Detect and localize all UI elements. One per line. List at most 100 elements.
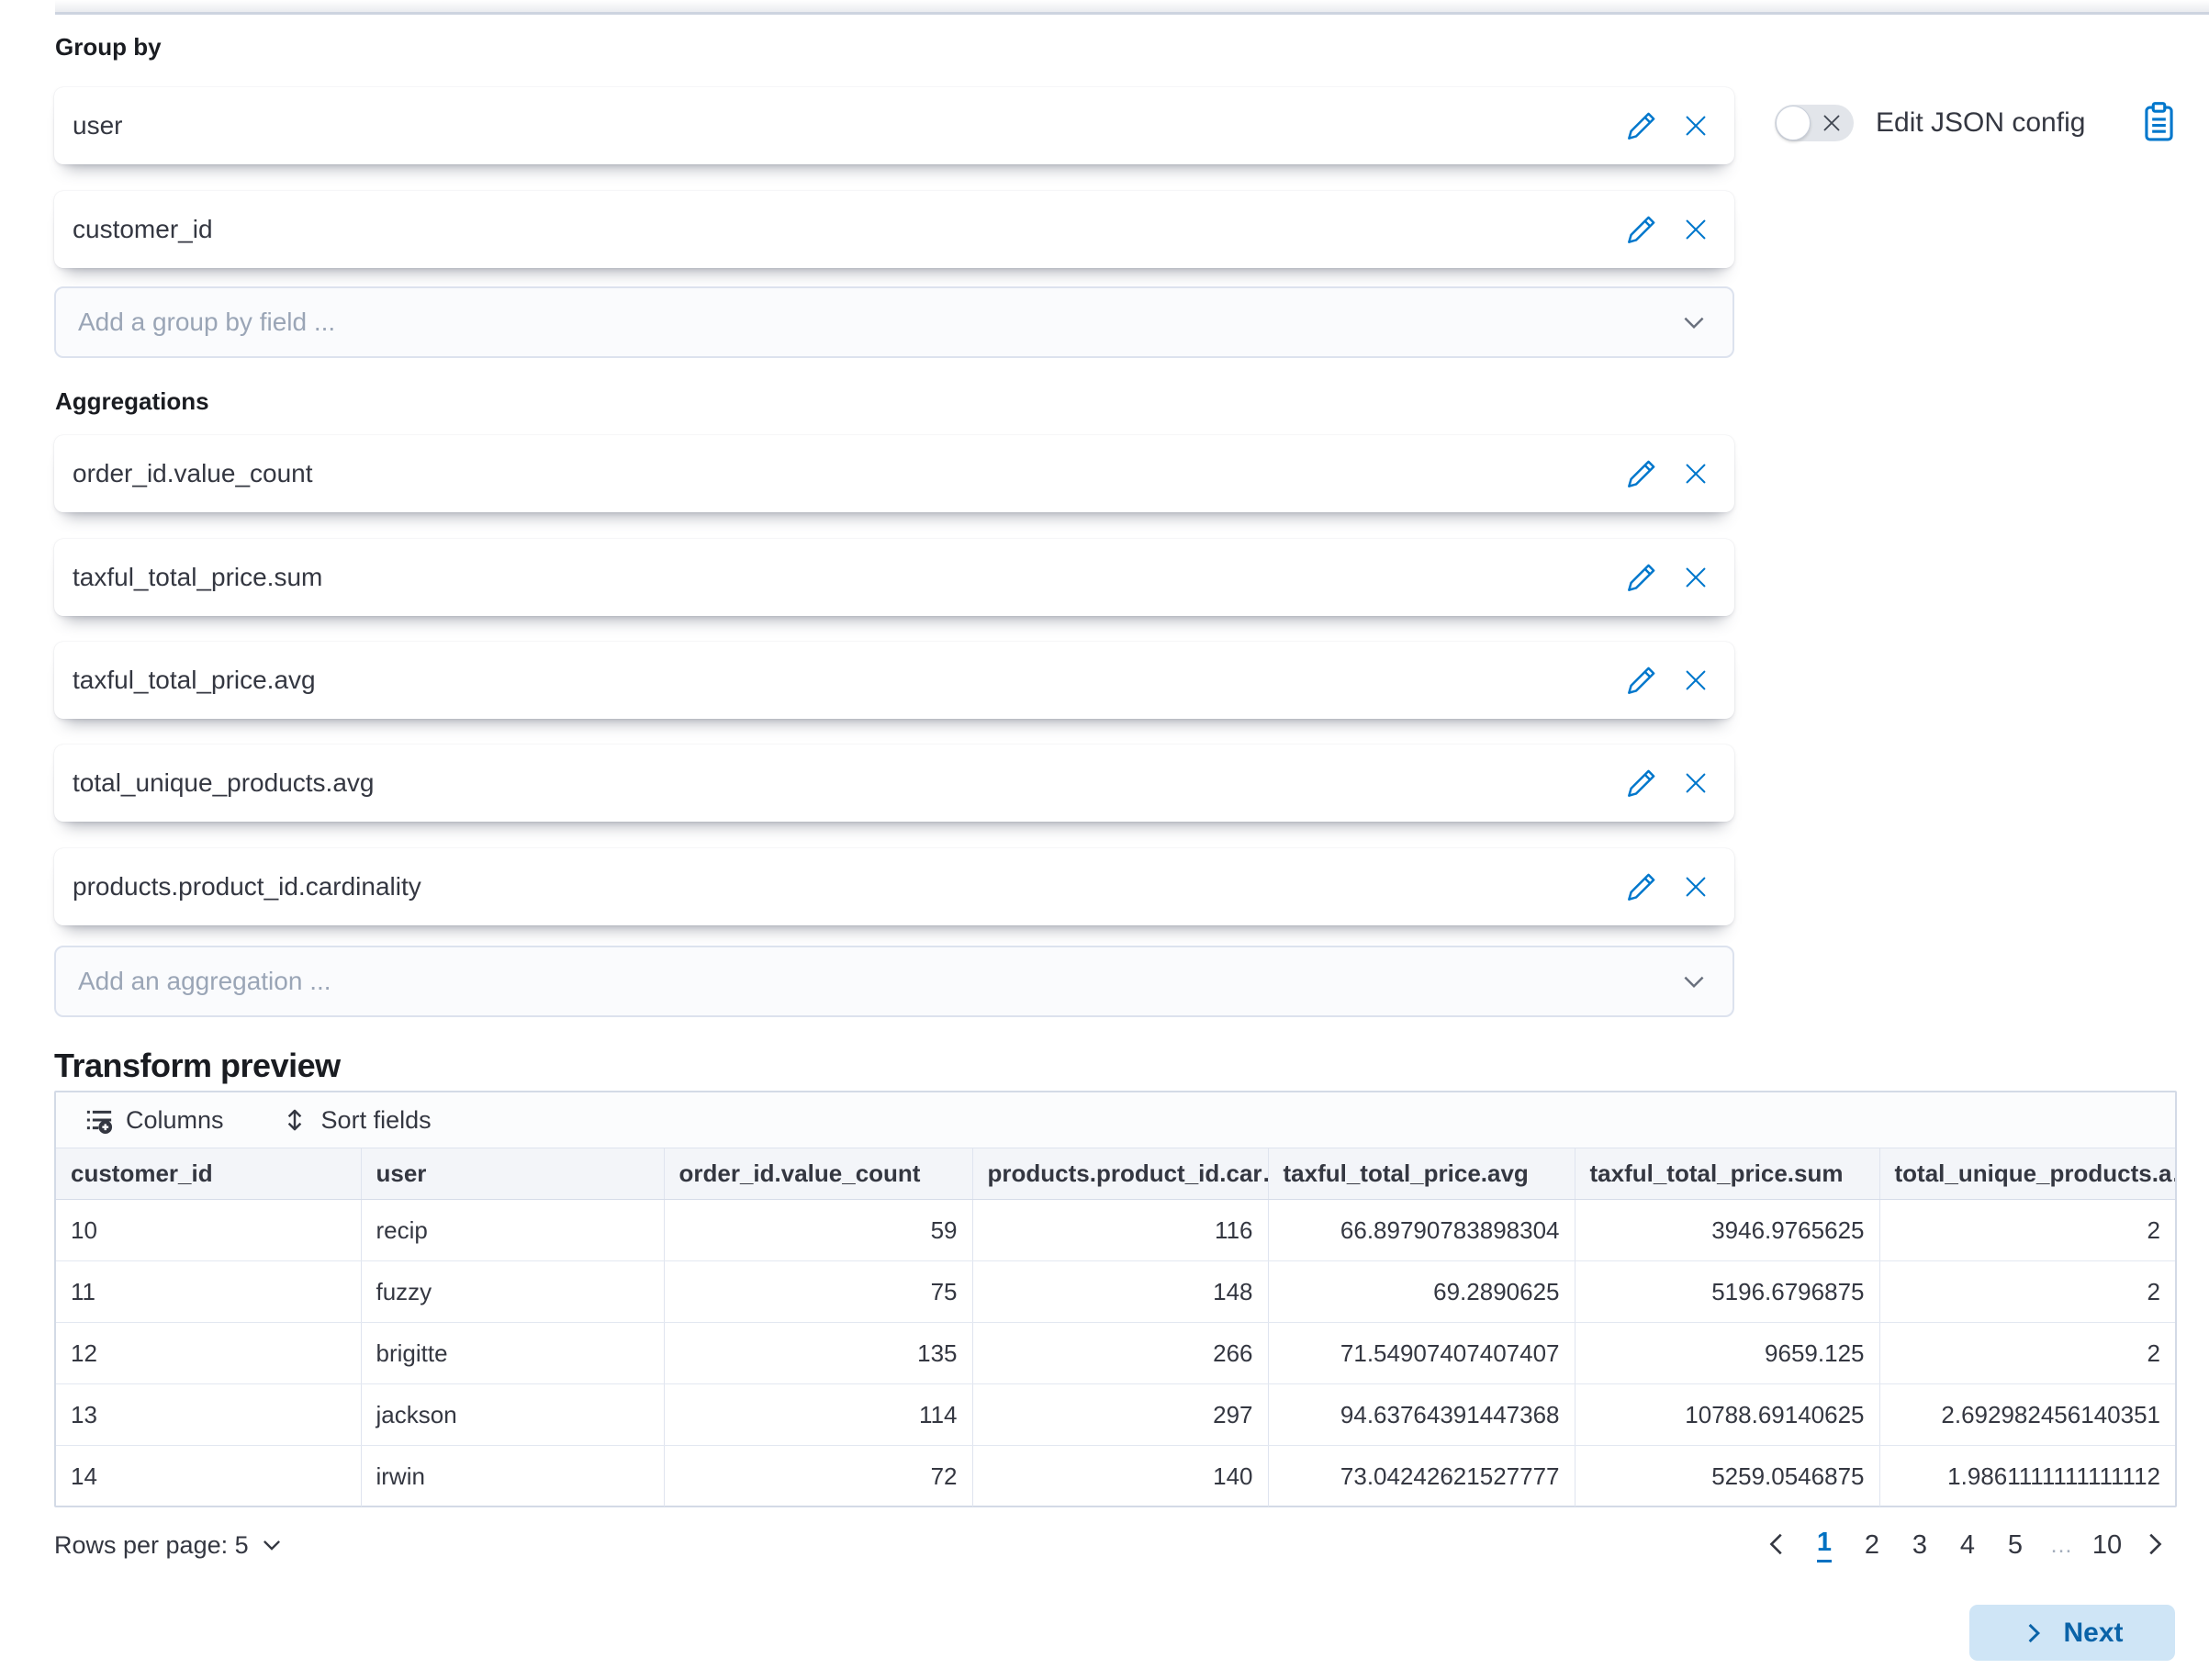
cell: 59 bbox=[664, 1200, 972, 1261]
cell: 94.63764391447368 bbox=[1268, 1384, 1575, 1446]
edit-json-config-control: Edit JSON config bbox=[1775, 103, 2174, 143]
cell: 5196.6796875 bbox=[1575, 1261, 1879, 1323]
cell: 11 bbox=[56, 1261, 361, 1323]
rows-per-page-button[interactable]: Rows per page: 5 bbox=[54, 1531, 284, 1560]
group-by-item-label: user bbox=[73, 111, 122, 140]
edit-pencil-button[interactable] bbox=[1624, 457, 1657, 490]
group-by-label: Group by bbox=[55, 33, 162, 62]
remove-button[interactable] bbox=[1679, 457, 1712, 490]
aggregation-item-label: total_unique_products.avg bbox=[73, 768, 374, 798]
edit-pencil-button[interactable] bbox=[1624, 664, 1657, 697]
column-header-products-product-id-cardinality[interactable]: products.product_id.car… bbox=[972, 1148, 1268, 1200]
cell: 10 bbox=[56, 1200, 361, 1261]
aggregation-item: taxful_total_price.sum bbox=[54, 539, 1734, 616]
cell: 114 bbox=[664, 1384, 972, 1446]
toggle-off-x-icon bbox=[1821, 112, 1843, 134]
cell: 9659.125 bbox=[1575, 1323, 1879, 1384]
cell: jackson bbox=[361, 1384, 664, 1446]
next-page-button[interactable] bbox=[2133, 1530, 2175, 1561]
cell: 72 bbox=[664, 1446, 972, 1507]
column-header-taxful-total-price-sum[interactable]: taxful_total_price.sum bbox=[1575, 1148, 1879, 1200]
cell: recip bbox=[361, 1200, 664, 1261]
cell: 135 bbox=[664, 1323, 972, 1384]
pagination: 1 2 3 4 5 … 10 bbox=[1756, 1523, 2175, 1567]
page-button-3[interactable]: 3 bbox=[1898, 1523, 1942, 1567]
cell: 13 bbox=[56, 1384, 361, 1446]
page-button-10[interactable]: 10 bbox=[2085, 1523, 2129, 1567]
edit-json-config-toggle[interactable] bbox=[1775, 105, 1854, 141]
table-row: 12 brigitte 135 266 71.54907407407407 96… bbox=[56, 1323, 2175, 1384]
cell: 12 bbox=[56, 1323, 361, 1384]
sort-fields-button[interactable]: Sort fields bbox=[281, 1106, 432, 1135]
copy-config-button[interactable] bbox=[2144, 101, 2174, 145]
page-button-2[interactable]: 2 bbox=[1850, 1523, 1894, 1567]
edit-pencil-button[interactable] bbox=[1624, 561, 1657, 594]
sort-fields-button-label: Sort fields bbox=[321, 1106, 432, 1135]
columns-button[interactable]: Columns bbox=[85, 1106, 224, 1135]
group-by-item-label: customer_id bbox=[73, 215, 213, 244]
cell: 14 bbox=[56, 1446, 361, 1507]
column-header-customer-id[interactable]: customer_id bbox=[56, 1148, 361, 1200]
column-header-user[interactable]: user bbox=[361, 1148, 664, 1200]
remove-button[interactable] bbox=[1679, 870, 1712, 903]
cell: 10788.69140625 bbox=[1575, 1384, 1879, 1446]
column-header-order-id-value-count[interactable]: order_id.value_count bbox=[664, 1148, 972, 1200]
aggregation-item-label: taxful_total_price.sum bbox=[73, 563, 322, 592]
edit-pencil-button[interactable] bbox=[1624, 767, 1657, 800]
remove-button[interactable] bbox=[1679, 767, 1712, 800]
edit-pencil-button[interactable] bbox=[1624, 213, 1657, 246]
close-icon bbox=[1682, 112, 1710, 140]
cell: 2.692982456140351 bbox=[1879, 1384, 2175, 1446]
previous-page-button[interactable] bbox=[1756, 1530, 1799, 1561]
cell: 75 bbox=[664, 1261, 972, 1323]
cell: 66.89790783898304 bbox=[1268, 1200, 1575, 1261]
pencil-icon bbox=[1626, 768, 1656, 799]
remove-button[interactable] bbox=[1679, 664, 1712, 697]
table-row: 14 irwin 72 140 73.04242621527777 5259.0… bbox=[56, 1446, 2175, 1507]
pencil-icon bbox=[1626, 872, 1656, 902]
column-header-taxful-total-price-avg[interactable]: taxful_total_price.avg bbox=[1268, 1148, 1575, 1200]
edit-pencil-button[interactable] bbox=[1624, 109, 1657, 142]
cell: 140 bbox=[972, 1446, 1268, 1507]
remove-button[interactable] bbox=[1679, 561, 1712, 594]
cell: 71.54907407407407 bbox=[1268, 1323, 1575, 1384]
aggregation-item: total_unique_products.avg bbox=[54, 745, 1734, 822]
preview-table: customer_id user order_id.value_count pr… bbox=[56, 1148, 2175, 1506]
add-aggregation-combobox[interactable]: Add an aggregation ... bbox=[54, 946, 1734, 1017]
column-header-total-unique-products-avg[interactable]: total_unique_products.a… bbox=[1879, 1148, 2175, 1200]
close-icon bbox=[1682, 460, 1710, 487]
add-group-by-field-combobox[interactable]: Add a group by field ... bbox=[54, 286, 1734, 358]
group-by-item-customer-id: customer_id bbox=[54, 191, 1734, 268]
close-icon bbox=[1682, 666, 1710, 694]
page-button-4[interactable]: 4 bbox=[1945, 1523, 1990, 1567]
close-icon bbox=[1682, 873, 1710, 901]
add-group-by-placeholder: Add a group by field ... bbox=[78, 308, 335, 337]
transform-preview-title: Transform preview bbox=[54, 1047, 341, 1085]
chevron-left-icon bbox=[1764, 1530, 1791, 1558]
page-button-1[interactable]: 1 bbox=[1802, 1523, 1846, 1567]
remove-button[interactable] bbox=[1679, 109, 1712, 142]
cell: 5259.0546875 bbox=[1575, 1446, 1879, 1507]
edit-pencil-button[interactable] bbox=[1624, 870, 1657, 903]
remove-button[interactable] bbox=[1679, 213, 1712, 246]
cell: 3946.9765625 bbox=[1575, 1200, 1879, 1261]
page-button-5[interactable]: 5 bbox=[1993, 1523, 2037, 1567]
pencil-icon bbox=[1626, 111, 1656, 141]
cell: irwin bbox=[361, 1446, 664, 1507]
pencil-icon bbox=[1626, 215, 1656, 245]
aggregation-item-label: order_id.value_count bbox=[73, 459, 313, 488]
close-icon bbox=[1682, 769, 1710, 797]
toggle-thumb bbox=[1776, 106, 1811, 140]
edit-json-config-label: Edit JSON config bbox=[1876, 107, 2085, 139]
next-button[interactable]: Next bbox=[1969, 1605, 2175, 1661]
pencil-icon bbox=[1626, 666, 1656, 696]
cell: 2 bbox=[1879, 1323, 2175, 1384]
cell: 297 bbox=[972, 1384, 1268, 1446]
chevron-down-icon bbox=[1681, 309, 1707, 335]
top-divider bbox=[55, 12, 2209, 15]
cell: 266 bbox=[972, 1323, 1268, 1384]
transform-wizard-page: Edit JSON config Group by user customer_… bbox=[0, 0, 2209, 1680]
table-header-row: customer_id user order_id.value_count pr… bbox=[56, 1148, 2175, 1200]
rows-per-page-label: Rows per page: 5 bbox=[54, 1531, 249, 1560]
aggregations-label: Aggregations bbox=[55, 387, 209, 416]
